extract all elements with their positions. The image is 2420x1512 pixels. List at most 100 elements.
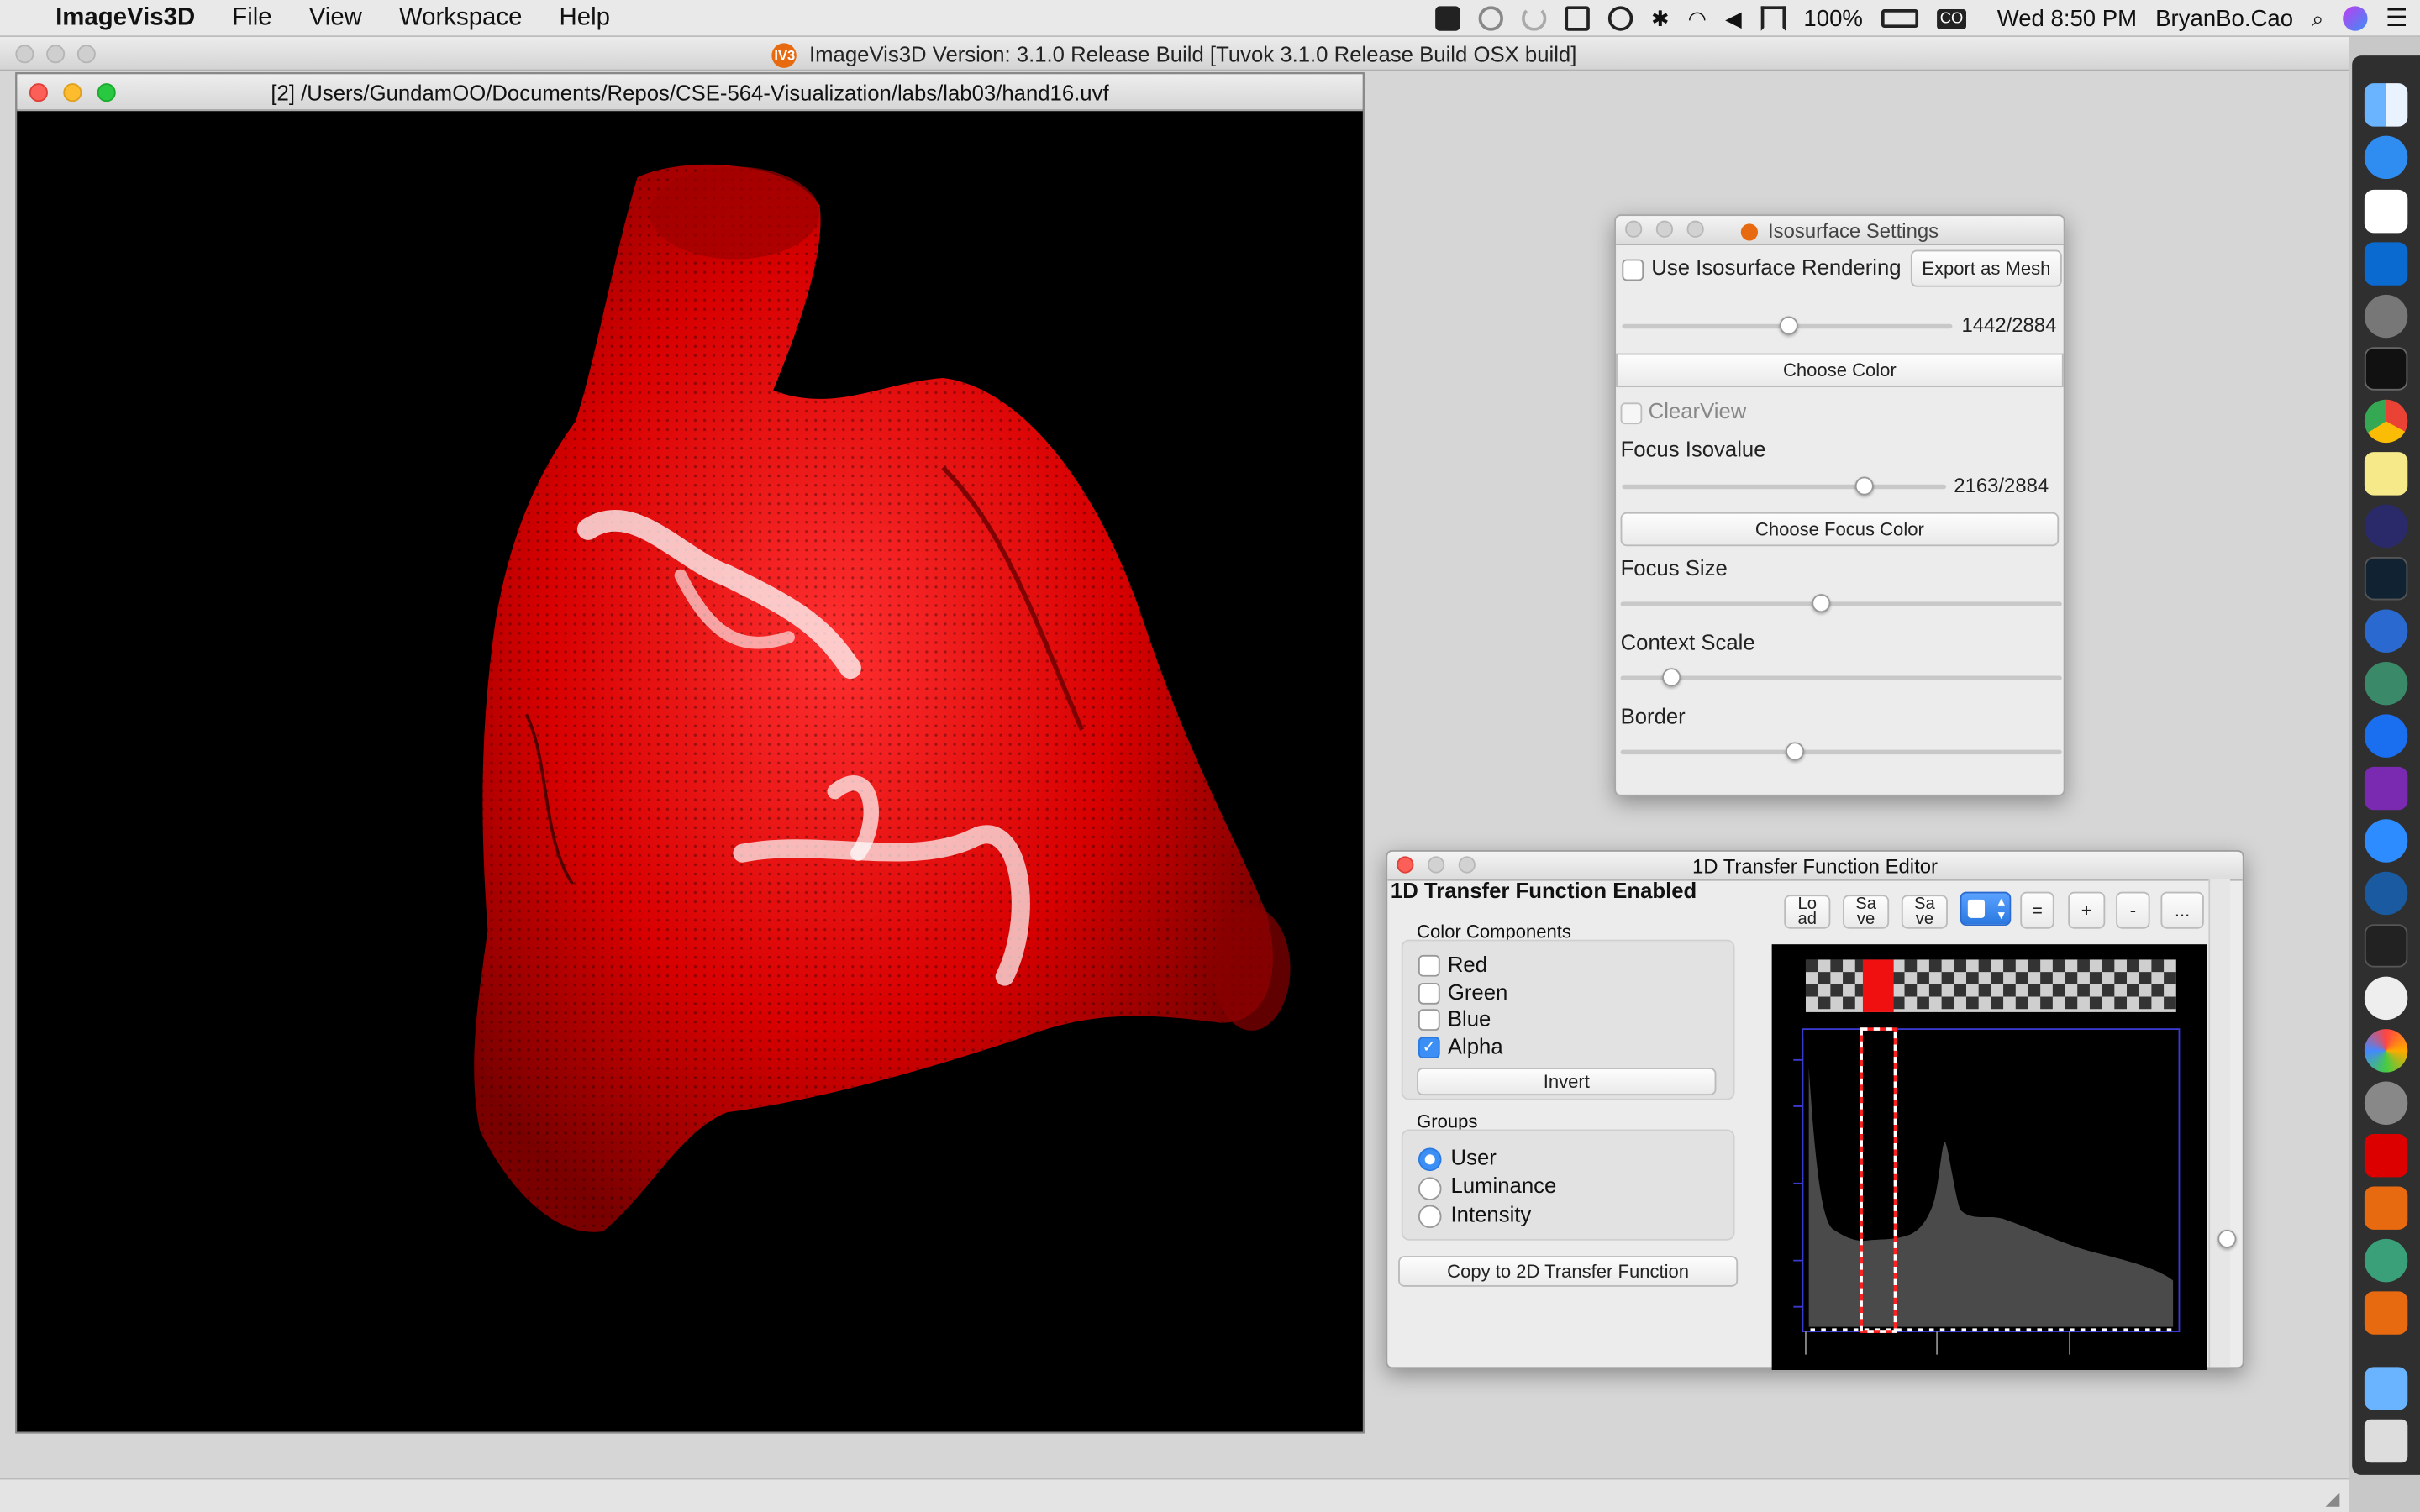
iso-minimize-button[interactable]	[1655, 220, 1674, 238]
focus-isovalue-slider[interactable]	[1622, 484, 1947, 490]
screen-icon[interactable]	[1565, 6, 1590, 31]
activity-monitor-icon[interactable]	[2364, 557, 2408, 601]
context-scale-slider[interactable]	[1620, 675, 2062, 680]
zoom-icon[interactable]	[2364, 819, 2408, 863]
launchpad-icon[interactable]	[2364, 294, 2408, 339]
volume-icon[interactable]: ◀	[1725, 5, 1742, 31]
group-user-radio[interactable]	[1418, 1147, 1442, 1172]
input-badge[interactable]: CO	[1937, 8, 1966, 29]
tf-close-button[interactable]	[1397, 856, 1414, 874]
red-label: Red	[1447, 952, 1488, 977]
app-menu[interactable]: ImageVis3D	[37, 0, 213, 36]
trash-icon[interactable]	[2364, 1419, 2408, 1463]
transfer-function-canvas[interactable]	[1771, 944, 2207, 1371]
chrome-icon[interactable]	[2364, 399, 2408, 444]
volume-render-view[interactable]	[17, 113, 1363, 1431]
tf-zoom-button[interactable]	[1458, 856, 1476, 874]
browser-icon[interactable]	[2364, 871, 2408, 916]
iso-zoom-button[interactable]	[1686, 220, 1704, 238]
isovalue-slider-knob[interactable]	[1779, 316, 1798, 335]
export-mesh-button[interactable]: Export as Mesh	[1910, 249, 2062, 287]
calendar-icon[interactable]	[2364, 189, 2408, 234]
finder-icon[interactable]	[2364, 83, 2408, 127]
focus-size-slider[interactable]	[1620, 601, 2062, 606]
wifi-icon[interactable]: ◠	[1688, 5, 1707, 31]
menu-file[interactable]: File	[213, 0, 290, 36]
user-name[interactable]: BryanBo.Cao	[2155, 5, 2293, 31]
r-app-icon[interactable]	[2364, 609, 2408, 653]
outlook-icon[interactable]	[2364, 242, 2408, 286]
green-checkbox[interactable]	[1418, 982, 1440, 1005]
main-zoom-button[interactable]	[76, 45, 96, 64]
imagevis3d-dock-icon[interactable]	[2364, 1186, 2408, 1230]
blue-checkbox[interactable]	[1418, 1009, 1440, 1031]
focus-isovalue-knob[interactable]	[1854, 476, 1874, 496]
tf-scrollbar[interactable]	[2208, 879, 2231, 1368]
system-preferences-icon[interactable]	[2364, 1081, 2408, 1125]
main-close-button[interactable]	[15, 45, 34, 64]
border-knob[interactable]	[1786, 742, 1805, 761]
add-point-button[interactable]: +	[2068, 891, 2106, 929]
terminal-icon[interactable]	[2364, 347, 2408, 391]
render-minimize-button[interactable]	[63, 83, 82, 102]
apple-icon[interactable]	[0, 0, 37, 36]
red-checkbox[interactable]	[1418, 954, 1440, 977]
tf-minimize-button[interactable]	[1427, 856, 1445, 874]
siri-icon[interactable]	[2342, 6, 2367, 31]
clock[interactable]: Wed 8:50 PM	[1997, 5, 2137, 31]
save-button[interactable]: Sa ve	[1843, 895, 1890, 929]
mode-select[interactable]: ▴ ▾	[1960, 891, 2012, 927]
airplay-icon[interactable]	[1760, 6, 1786, 31]
hand-volume-isosurface	[474, 164, 1291, 1232]
tf-scroll-knob[interactable]	[2217, 1229, 2237, 1248]
use-isosurface-checkbox[interactable]	[1622, 259, 1644, 281]
choose-focus-color-button[interactable]: Choose Focus Color	[1620, 512, 2060, 547]
battery-icon[interactable]	[1881, 9, 1919, 29]
more-button[interactable]: ...	[2160, 891, 2204, 929]
spotlight-icon[interactable]: ⌕	[2312, 5, 2323, 31]
render-close-button[interactable]	[29, 83, 48, 102]
pen-status-icon[interactable]	[1434, 6, 1460, 31]
sync-icon[interactable]	[1521, 6, 1547, 31]
notes-icon[interactable]	[2364, 452, 2408, 496]
clearview-checkbox[interactable]	[1620, 402, 1643, 425]
iso-close-button[interactable]	[1625, 220, 1643, 238]
context-scale-knob[interactable]	[1662, 668, 1681, 687]
photos-icon[interactable]	[2364, 1029, 2408, 1073]
color-wheel-icon[interactable]	[2364, 976, 2408, 1021]
keynote-icon[interactable]	[2364, 924, 2408, 968]
onenote-icon[interactable]	[2364, 766, 2408, 811]
sync-app-icon[interactable]	[2364, 661, 2408, 706]
load-button[interactable]: Lo ad	[1784, 895, 1831, 929]
focus-size-knob[interactable]	[1812, 594, 1831, 613]
menu-view[interactable]: View	[291, 0, 381, 36]
pen-app-icon[interactable]	[2364, 135, 2408, 180]
creative-cloud-icon[interactable]	[1478, 6, 1503, 31]
remove-point-button[interactable]: -	[2116, 891, 2150, 929]
equal-button[interactable]: =	[2020, 891, 2054, 929]
group-intensity-radio[interactable]	[1418, 1205, 1442, 1229]
menu-workspace[interactable]: Workspace	[381, 0, 541, 36]
choose-color-button[interactable]: Choose Color	[1616, 353, 2064, 388]
resize-grip-icon[interactable]: ◢	[2326, 1488, 2340, 1509]
teamviewer-icon[interactable]	[2364, 714, 2408, 758]
focus-isovalue-readout: 2163/2884	[1954, 473, 2049, 497]
acrobat-icon[interactable]	[2364, 1133, 2408, 1178]
alpha-checkbox[interactable]: ✓	[1418, 1037, 1440, 1058]
main-minimize-button[interactable]	[46, 45, 66, 64]
save-as-button[interactable]: Sa ve	[1901, 895, 1948, 929]
bluetooth-icon[interactable]: ✱	[1651, 5, 1670, 31]
copy-to-2d-button[interactable]: Copy to 2D Transfer Function	[1398, 1256, 1739, 1287]
group-luminance-radio[interactable]	[1418, 1177, 1442, 1200]
render-zoom-button[interactable]	[97, 83, 116, 102]
eclipse-icon[interactable]	[2364, 504, 2408, 549]
menu-help[interactable]: Help	[540, 0, 629, 36]
notification-center-icon[interactable]: ☰	[2386, 3, 2407, 34]
status-bar: ◢	[0, 1478, 2349, 1512]
invert-button[interactable]: Invert	[1417, 1068, 1717, 1096]
atom-icon[interactable]	[2364, 1238, 2408, 1283]
border-slider[interactable]	[1620, 749, 2062, 755]
accessibility-icon[interactable]	[1607, 6, 1634, 31]
downloads-folder-icon[interactable]	[2364, 1367, 2408, 1410]
imagevis3d-dock-icon-2[interactable]	[2364, 1291, 2408, 1335]
